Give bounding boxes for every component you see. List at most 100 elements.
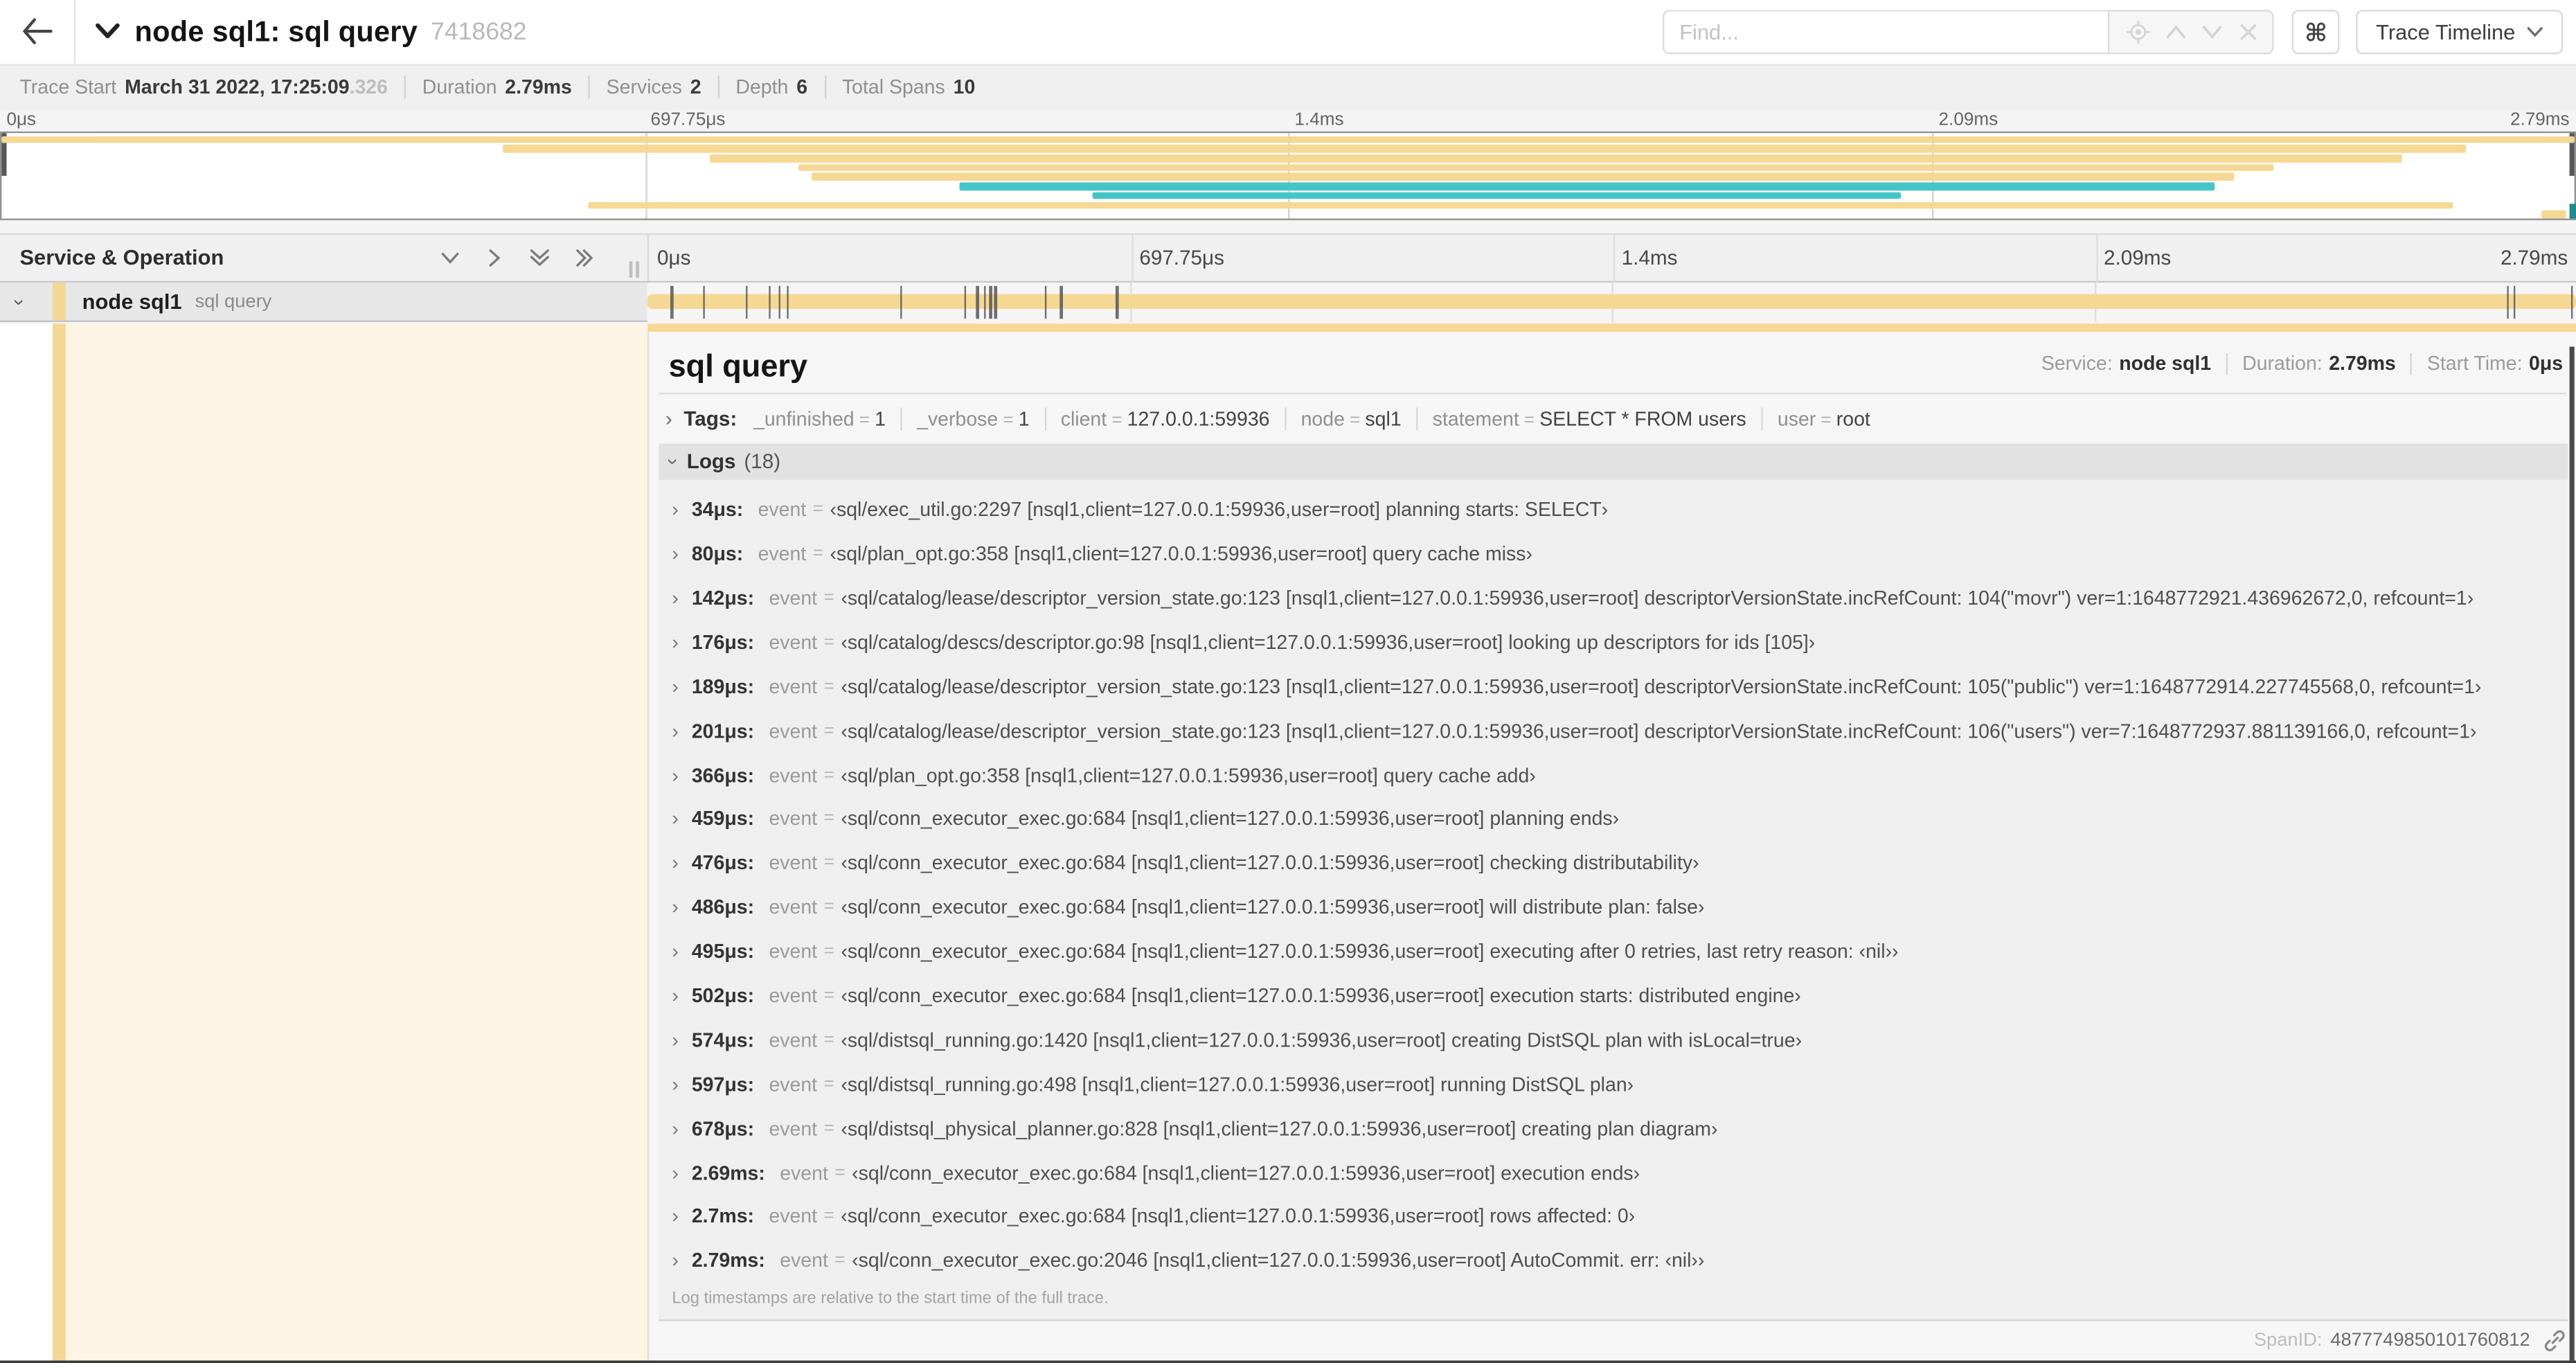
collapse-one-icon[interactable] (438, 246, 461, 269)
tag-item: node = sql1 (1301, 408, 1402, 431)
log-row[interactable]: › 502μs: event = ‹sql/conn_executor_exec.go:… (672, 974, 2568, 1018)
equals-sign: = (812, 499, 823, 520)
chevron-down-icon[interactable]: › (8, 299, 31, 305)
log-timestamp: 142μs: (691, 587, 755, 610)
window-bottom-edge (0, 1360, 2576, 1363)
log-marker-tick (702, 286, 705, 319)
log-field-key: event (758, 542, 807, 566)
locate-span-icon[interactable] (2125, 19, 2150, 44)
chevron-right-icon: › (672, 1116, 679, 1140)
timeline-minimap[interactable] (0, 131, 2576, 220)
log-row[interactable]: › 189μs: event = ‹sql/catalog/lease/descript… (672, 664, 2568, 709)
logs-header[interactable]: › Logs (18) (659, 443, 2568, 480)
find-controls (2108, 10, 2275, 55)
summary-label: Depth (735, 75, 789, 99)
chevron-down-icon: › (662, 458, 686, 465)
log-timestamp: 366μs: (691, 763, 755, 787)
log-field-value: ‹sql/conn_executor_exec.go:2046 [nsql1,c… (852, 1249, 1705, 1273)
log-field-value: ‹sql/catalog/lease/descriptor_version_st… (841, 719, 2477, 742)
log-timestamp: 597μs: (691, 1072, 755, 1096)
app-header: node sql1: sql query 7418682 ⌘ (0, 0, 2576, 64)
log-row[interactable]: › 495μs: event = ‹sql/conn_executor_exec.go:… (672, 929, 2568, 974)
back-button[interactable] (0, 0, 76, 64)
log-row[interactable]: › 476μs: event = ‹sql/conn_executor_exec.go:… (672, 841, 2568, 886)
prev-result-icon[interactable] (2165, 25, 2187, 39)
minimap-span-bar (799, 163, 2273, 172)
log-row[interactable]: › 678μs: event = ‹sql/distsql_physical_plann… (672, 1106, 2568, 1150)
tag-key: statement (1432, 408, 1519, 431)
summary-value: 10 (953, 75, 976, 99)
summary-value-fraction: .326 (349, 75, 388, 99)
axis-tick-label: 2.79ms (2510, 109, 2570, 130)
log-field-value: ‹sql/conn_executor_exec.go:684 [nsql1,cl… (841, 896, 1705, 919)
chevron-right-icon: › (672, 808, 679, 831)
log-row[interactable]: › 2.7ms: event = ‹sql/conn_executor_exec.go:… (672, 1195, 2568, 1239)
axis-tick-label: 1.4ms (1621, 245, 1678, 269)
span-detail-title: sql query (668, 349, 808, 384)
link-icon[interactable] (2543, 1330, 2566, 1353)
log-marker-tick (900, 286, 903, 319)
find-input[interactable] (1663, 10, 2109, 55)
log-row[interactable]: › 80μs: event = ‹sql/plan_opt.go:358 [nsql1,… (672, 532, 2568, 576)
clear-search-icon[interactable] (2239, 23, 2257, 41)
log-row[interactable]: › 142μs: event = ‹sql/catalog/lease/descript… (672, 576, 2568, 621)
log-row[interactable]: › 2.79ms: event = ‹sql/conn_executor_exec.go… (672, 1239, 2568, 1283)
divider (1416, 408, 1418, 431)
log-field-key: event (780, 1249, 828, 1273)
log-field-value: ‹sql/distsql_running.go:498 [nsql1,clien… (841, 1072, 1634, 1096)
log-row[interactable]: › 574μs: event = ‹sql/distsql_running.go:142… (672, 1018, 2568, 1062)
tag-key: client (1060, 408, 1107, 431)
summary-item: Services 2 (607, 76, 701, 99)
span-duration-bar[interactable] (647, 294, 2576, 310)
equals-sign: = (834, 1162, 846, 1183)
equals-sign: = (1821, 411, 1832, 431)
chevron-down-icon (96, 24, 120, 40)
keyboard-shortcuts-button[interactable]: ⌘ (2292, 10, 2340, 55)
arrow-left-icon (21, 19, 53, 45)
minimap-span-bar (709, 154, 2402, 163)
summary-item: Depth 6 (735, 76, 807, 99)
command-icon: ⌘ (2305, 19, 2328, 47)
log-timestamp: 476μs: (691, 851, 755, 875)
log-field-key: event (769, 940, 818, 963)
column-resize-handle[interactable] (629, 260, 638, 277)
axis-tick-label: 1.4ms (1294, 109, 1344, 130)
log-field-value: ‹sql/plan_opt.go:358 [nsql1,client=127.0… (830, 542, 1532, 566)
span-row-label[interactable]: › node sql1 sql query (0, 282, 647, 323)
log-marker-tick (976, 286, 979, 319)
log-row[interactable]: › 201μs: event = ‹sql/catalog/lease/descript… (672, 709, 2568, 753)
summary-label: Services (606, 75, 682, 99)
log-marker-tick (1044, 286, 1046, 319)
tag-value: 1 (875, 408, 886, 431)
scrollbar-teal-marker[interactable] (2570, 203, 2576, 219)
collapse-all-icon[interactable] (528, 246, 553, 269)
log-marker-tick (1116, 286, 1118, 319)
expand-all-icon[interactable] (573, 246, 598, 269)
chevron-right-icon: › (672, 675, 679, 698)
log-row[interactable]: › 2.69ms: event = ‹sql/conn_executor_exec.go… (672, 1150, 2568, 1195)
chevron-right-icon: › (672, 630, 679, 654)
tags-section[interactable]: › Tags: _unfinished = 1 _verbose = 1 client = 12… (665, 403, 2563, 436)
log-row[interactable]: › 176μs: event = ‹sql/catalog/descs/descript… (672, 621, 2568, 665)
chevron-right-icon: › (672, 587, 679, 610)
service-operation-title: Service & Operation (19, 244, 224, 270)
log-row[interactable]: › 366μs: event = ‹sql/plan_opt.go:358 [nsql1… (672, 753, 2568, 797)
chevron-right-icon: › (672, 763, 679, 787)
span-color-stripe (51, 323, 66, 1363)
log-row[interactable]: › 34μs: event = ‹sql/exec_util.go:2297 [nsql… (672, 488, 2568, 532)
axis-tick-label: 697.75μs (650, 109, 726, 130)
expand-one-icon[interactable] (483, 246, 506, 269)
next-result-icon[interactable] (2202, 25, 2224, 39)
span-bar-row[interactable] (647, 282, 2576, 323)
log-marker-tick (2514, 286, 2516, 319)
log-row[interactable]: › 597μs: event = ‹sql/distsql_running.go:498… (672, 1062, 2568, 1107)
log-field-value: ‹sql/distsql_running.go:1420 [nsql1,clie… (841, 1028, 1803, 1052)
trace-collapse-toggle[interactable] (96, 24, 120, 40)
log-row[interactable]: › 459μs: event = ‹sql/conn_executor_exec.go:… (672, 797, 2568, 841)
tag-item: client = 127.0.0.1:59936 (1061, 408, 1270, 431)
log-row[interactable]: › 486μs: event = ‹sql/conn_executor_exec.go:… (672, 885, 2568, 929)
trace-view-selector[interactable]: Trace Timeline (2356, 10, 2564, 55)
equals-sign: = (859, 411, 870, 431)
service-value: node sql1 (2119, 352, 2212, 375)
trace-view-label: Trace Timeline (2376, 19, 2516, 45)
